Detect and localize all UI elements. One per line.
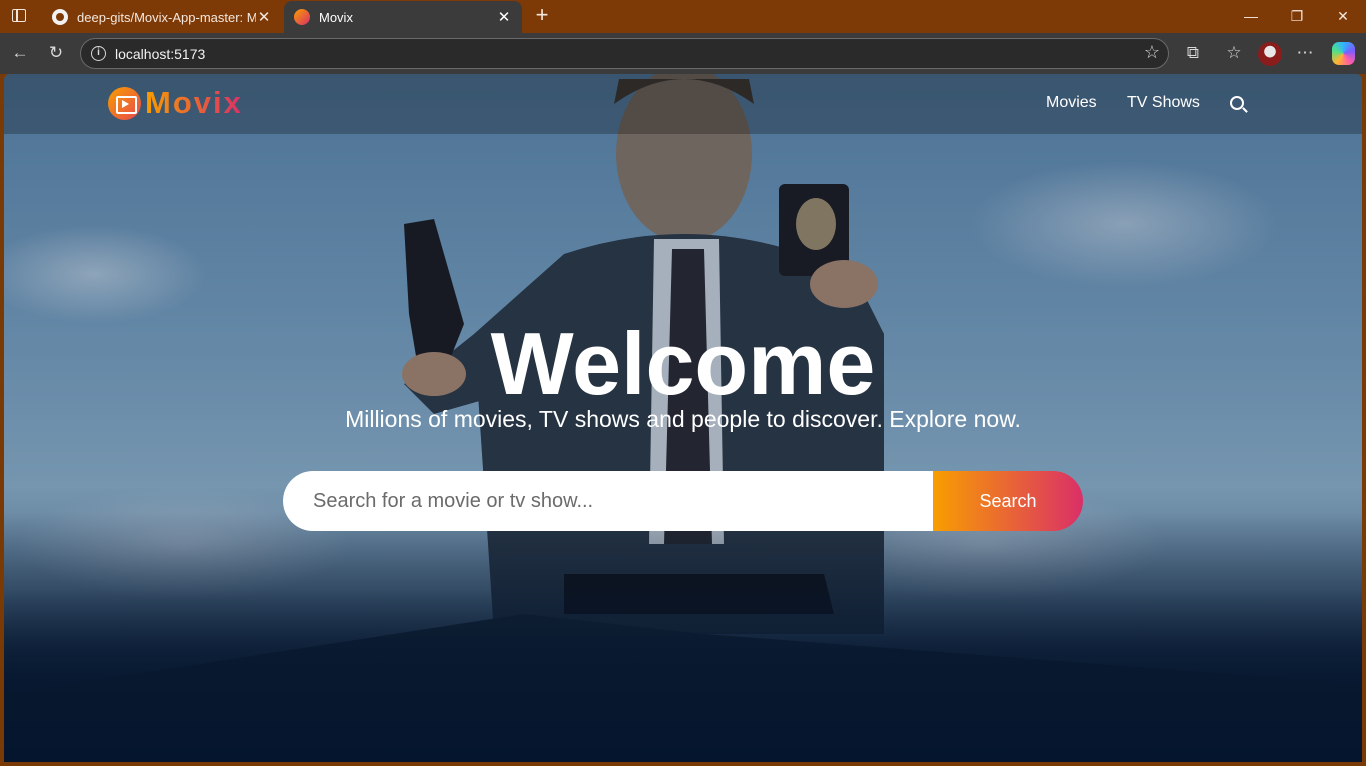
more-menu-icon[interactable]: ⋯ <box>1294 42 1316 64</box>
movie-reel-logo-icon <box>108 86 141 120</box>
tab-movix[interactable]: Movix ✕ <box>284 1 522 33</box>
site-header: Movix Movies TV Shows <box>4 74 1362 134</box>
close-icon[interactable]: ✕ <box>496 8 512 26</box>
close-icon[interactable]: ✕ <box>256 8 272 26</box>
favorite-star-icon[interactable]: ☆ <box>1144 42 1160 63</box>
address-bar[interactable]: i localhost:5173 ☆ <box>80 38 1169 69</box>
search-icon[interactable] <box>1230 96 1244 110</box>
address-url[interactable]: localhost:5173 <box>115 46 205 62</box>
hero-fade-overlay <box>4 512 1362 762</box>
tab-title: Movix <box>319 9 353 25</box>
minimize-button[interactable]: — <box>1228 0 1274 33</box>
favorites-icon[interactable]: ☆ <box>1223 42 1245 64</box>
logo-text: Movix <box>145 85 243 120</box>
hero-subtitle: Millions of movies, TV shows and people … <box>345 406 1021 432</box>
copilot-icon[interactable] <box>1332 42 1355 65</box>
tab-actions-icon[interactable] <box>10 7 28 25</box>
hero-title: Welcome <box>490 314 876 413</box>
site-logo[interactable]: Movix <box>108 85 243 121</box>
close-window-button[interactable]: ✕ <box>1320 0 1366 33</box>
profile-avatar[interactable] <box>1258 42 1282 66</box>
restore-button[interactable]: ❐ <box>1274 0 1320 33</box>
search-button[interactable]: Search <box>933 471 1083 531</box>
refresh-icon[interactable]: ↻ <box>45 42 67 64</box>
nav-tv-shows-link[interactable]: TV Shows <box>1127 94 1200 112</box>
tab-title: deep-gits/Movix-App-master: Mi <box>77 9 256 25</box>
site-info-icon[interactable]: i <box>91 46 106 61</box>
back-arrow-icon[interactable]: ← <box>9 42 31 64</box>
hero-search-bar: Search <box>283 471 1083 531</box>
nav-movies-link[interactable]: Movies <box>1046 94 1097 112</box>
new-tab-button[interactable]: + <box>531 4 553 28</box>
movix-favicon-icon <box>294 9 310 25</box>
page-viewport: Movix Movies TV Shows Welcome Millions o… <box>4 74 1362 762</box>
github-icon <box>52 9 68 25</box>
tab-github[interactable]: deep-gits/Movix-App-master: Mi ✕ <box>42 1 282 33</box>
browser-toolbar: ← ↻ i localhost:5173 ☆ ⧉ ☆ ⋯ <box>0 33 1366 74</box>
browser-tab-bar: deep-gits/Movix-App-master: Mi ✕ Movix ✕… <box>0 0 1366 33</box>
search-input[interactable] <box>283 471 933 531</box>
extensions-icon[interactable]: ⧉ <box>1182 42 1204 64</box>
